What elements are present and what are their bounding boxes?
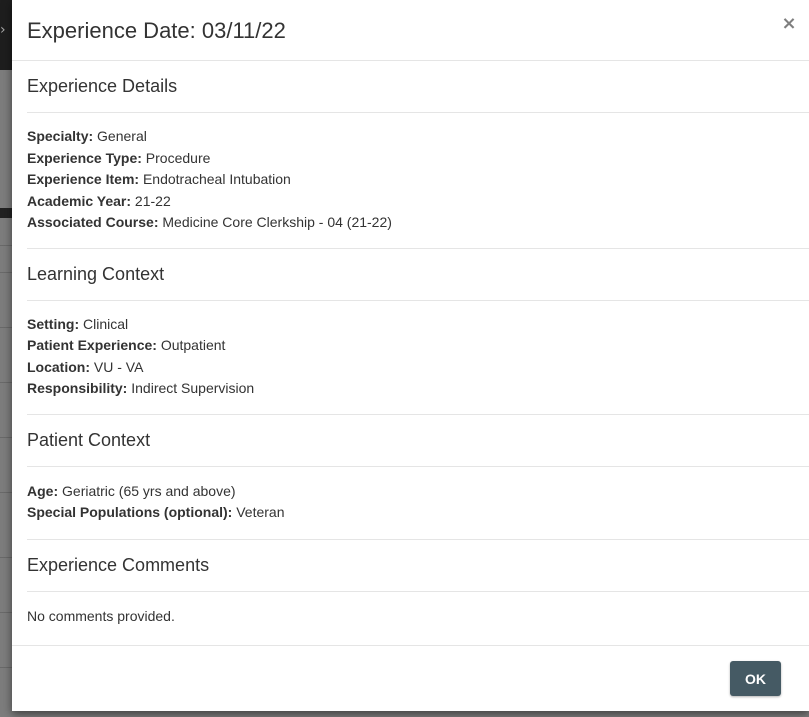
detail-value: Procedure xyxy=(141,149,211,166)
learning-context-list: Setting: Clinical Patient Experience: Ou… xyxy=(27,314,794,400)
background-divider xyxy=(0,667,12,668)
detail-row-experience-item: Experience Item: Endotracheal Intubation xyxy=(27,169,794,191)
background-divider xyxy=(0,272,12,273)
detail-key: Experience Type: xyxy=(27,149,142,166)
section-heading-learning-context: Learning Context xyxy=(27,263,165,284)
detail-value: Medicine Core Clerkship - 04 (21-22) xyxy=(158,214,392,230)
background-divider xyxy=(0,382,12,383)
section-heading-experience-details: Experience Details xyxy=(27,76,178,96)
detail-key: Responsibility: xyxy=(27,380,128,396)
detail-value: 21-22 xyxy=(131,192,171,209)
background-divider xyxy=(0,612,12,613)
background-band xyxy=(0,208,12,218)
modal-title: Experience Date: 03/11/22 xyxy=(27,18,286,43)
background-divider xyxy=(0,245,12,246)
modal-body: Experience Details Specialty: General Ex… xyxy=(12,61,809,626)
detail-row-responsibility: Responsibility: Indirect Supervision xyxy=(27,378,794,400)
detail-value: Outpatient xyxy=(156,337,226,353)
detail-key: Special Populations (optional): xyxy=(27,504,233,520)
detail-value: VU - VA xyxy=(90,358,144,375)
background-divider xyxy=(0,437,12,438)
detail-value: Clinical xyxy=(79,315,129,332)
detail-row-special-populations: Special Populations (optional): Veteran xyxy=(27,502,794,524)
ok-button[interactable]: OK xyxy=(730,661,781,696)
chevron-right-icon: › xyxy=(0,22,6,38)
detail-row-associated-course: Associated Course: Medicine Core Clerksh… xyxy=(27,212,794,234)
background-divider xyxy=(0,492,12,493)
detail-key: Location: xyxy=(27,358,90,375)
experience-modal: Experience Date: 03/11/22 × Experience D… xyxy=(12,0,809,711)
detail-value: Veteran xyxy=(232,504,285,520)
experience-details-list: Specialty: General Experience Type: Proc… xyxy=(27,126,794,234)
detail-row-specialty: Specialty: General xyxy=(27,126,794,148)
close-icon[interactable]: × xyxy=(781,14,797,34)
detail-key: Associated Course: xyxy=(27,214,159,230)
background-divider xyxy=(0,557,12,558)
detail-key: Patient Experience: xyxy=(27,337,157,353)
detail-value: Geriatric (65 yrs and above) xyxy=(58,482,236,499)
background-divider xyxy=(0,327,12,328)
detail-row-location: Location: VU - VA xyxy=(27,357,794,379)
detail-value: Indirect Supervision xyxy=(127,380,255,396)
detail-row-patient-experience: Patient Experience: Outpatient xyxy=(27,335,794,357)
detail-key: Specialty: xyxy=(27,128,94,144)
comments-text: No comments provided. xyxy=(27,607,175,624)
detail-key: Setting: xyxy=(27,315,80,332)
detail-value: General xyxy=(93,128,147,144)
detail-key: Experience Item: xyxy=(27,171,140,187)
detail-row-age: Age: Geriatric (65 yrs and above) xyxy=(27,481,794,503)
detail-row-experience-type: Experience Type: Procedure xyxy=(27,148,794,170)
modal-header: Experience Date: 03/11/22 × xyxy=(12,0,809,61)
modal-footer: OK xyxy=(12,645,809,711)
detail-row-academic-year: Academic Year: 21-22 xyxy=(27,191,794,213)
detail-row-setting: Setting: Clinical xyxy=(27,314,794,336)
patient-context-list: Age: Geriatric (65 yrs and above) Specia… xyxy=(27,481,794,524)
detail-key: Age: xyxy=(27,482,59,499)
detail-key: Academic Year: xyxy=(27,192,132,209)
section-heading-experience-comments: Experience Comments xyxy=(27,554,210,575)
detail-value: Endotracheal Intubation xyxy=(139,171,291,187)
background-header: › xyxy=(0,0,12,70)
section-heading-patient-context: Patient Context xyxy=(27,429,151,450)
